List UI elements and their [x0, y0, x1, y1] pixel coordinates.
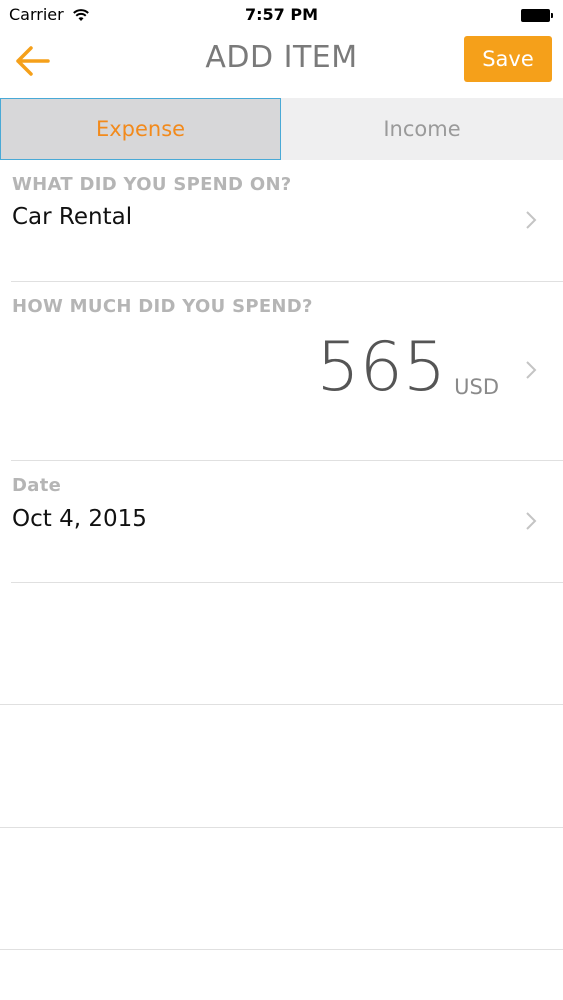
type-segmented-control: Expense Income [0, 98, 563, 160]
tab-income[interactable]: Income [281, 98, 563, 160]
divider [11, 582, 563, 583]
amount-display: 565 USD [316, 334, 499, 402]
save-button[interactable]: Save [464, 36, 552, 82]
category-row[interactable]: WHAT DID YOU SPEND ON? Car Rental [0, 160, 563, 282]
chevron-right-icon [526, 361, 537, 379]
amount-value: 565 [316, 328, 447, 407]
date-row[interactable]: Date Oct 4, 2015 [0, 461, 563, 583]
chevron-right-icon [526, 211, 537, 229]
nav-bar: ADD ITEM Save [0, 30, 563, 98]
chevron-right-icon [526, 512, 537, 530]
amount-row[interactable]: HOW MUCH DID YOU SPEND? 565 USD [0, 282, 563, 460]
divider [0, 704, 563, 705]
tab-expense[interactable]: Expense [0, 98, 281, 160]
date-label: Date [12, 475, 62, 496]
divider [0, 949, 563, 950]
amount-label: HOW MUCH DID YOU SPEND? [12, 296, 313, 317]
currency-label: USD [454, 375, 499, 399]
date-value: Oct 4, 2015 [12, 506, 147, 532]
battery-icon [521, 9, 553, 22]
category-value: Car Rental [12, 204, 133, 230]
category-label: WHAT DID YOU SPEND ON? [12, 174, 292, 195]
status-bar: Carrier 7:57 PM [0, 0, 563, 30]
status-time: 7:57 PM [244, 5, 318, 24]
divider [0, 827, 563, 828]
